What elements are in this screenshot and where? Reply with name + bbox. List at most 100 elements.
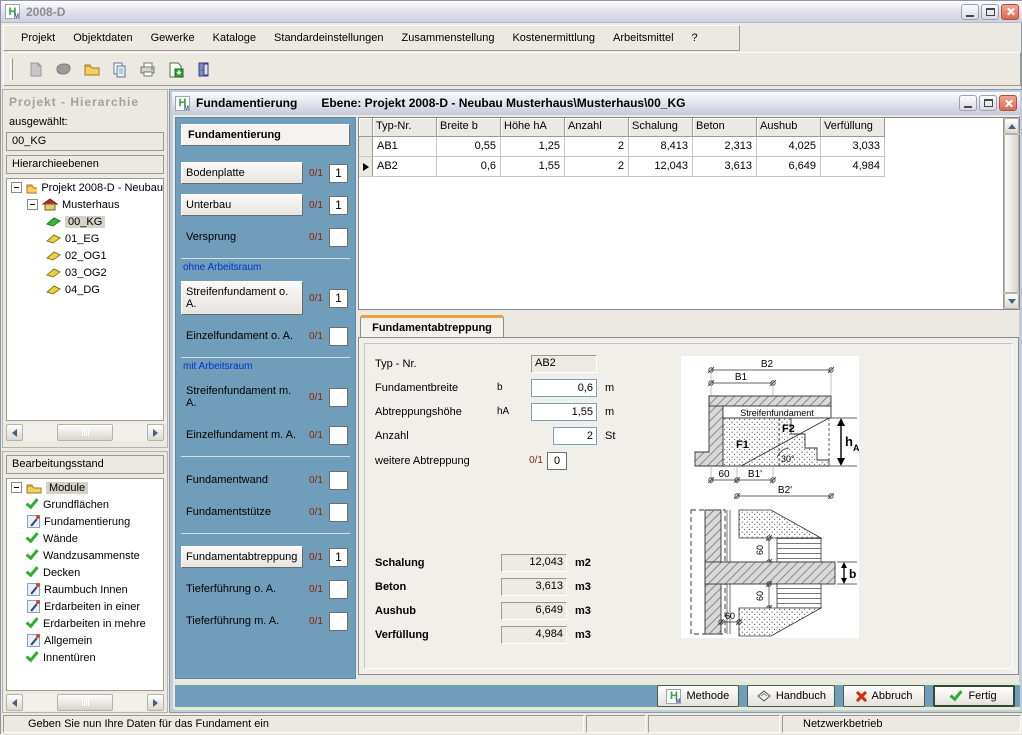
cell[interactable]: 0,6 bbox=[437, 157, 501, 177]
module-button-unterbau[interactable]: Unterbau bbox=[181, 194, 303, 216]
row-selector[interactable] bbox=[359, 137, 373, 157]
module-item[interactable]: Raumbuch Innen bbox=[7, 581, 163, 598]
cell[interactable]: 8,413 bbox=[629, 137, 693, 157]
menu-standardeinstellungen[interactable]: Standardeinstellungen bbox=[265, 28, 392, 48]
menu-arbeitsmittel[interactable]: Arbeitsmittel bbox=[604, 28, 683, 48]
minimize-button[interactable] bbox=[961, 4, 979, 20]
row-selector-current[interactable] bbox=[359, 157, 373, 177]
tab-fundamentabtreppung[interactable]: Fundamentabtreppung bbox=[360, 315, 504, 337]
cell[interactable]: 4,984 bbox=[821, 157, 885, 177]
tree-item-project[interactable]: Projekt 2008-D - Neubau bbox=[7, 179, 163, 196]
module-item-tieferfuehrung-ma[interactable]: Tieferführung m. A. bbox=[181, 610, 303, 632]
fundamentbreite-input[interactable] bbox=[531, 379, 597, 397]
scrollbar-thumb[interactable] bbox=[57, 694, 113, 711]
module-item-streifenfundament-ma[interactable]: Streifenfundament m. A. bbox=[181, 380, 303, 414]
copy-icon[interactable] bbox=[109, 59, 129, 79]
open-folder-icon[interactable] bbox=[81, 59, 101, 79]
menu-zusammenstellung[interactable]: Zusammenstellung bbox=[393, 28, 504, 48]
module-button-streifenfundament-oa[interactable]: Streifenfundament o. A. bbox=[181, 281, 303, 315]
column-header[interactable]: Aushub bbox=[757, 118, 821, 137]
close-button[interactable] bbox=[1001, 4, 1019, 20]
cell[interactable]: 12,043 bbox=[629, 157, 693, 177]
menu-objektdaten[interactable]: Objektdaten bbox=[64, 28, 141, 48]
toolbar-grip[interactable] bbox=[10, 58, 13, 80]
table-row[interactable]: AB1 0,55 1,25 2 8,413 2,313 4,025 3,033 bbox=[359, 137, 1019, 157]
scrollbar-track[interactable] bbox=[23, 424, 147, 441]
hierarchy-hscrollbar[interactable] bbox=[6, 424, 164, 441]
module-count-box[interactable] bbox=[329, 612, 348, 631]
module-count-box[interactable] bbox=[329, 388, 348, 407]
module-item-einzelfundament-oa[interactable]: Einzelfundament o. A. bbox=[181, 325, 303, 347]
handbuch-button[interactable]: Handbuch bbox=[747, 685, 835, 707]
module-count-box[interactable] bbox=[329, 503, 348, 522]
tree-item-03og2[interactable]: 03_OG2 bbox=[7, 264, 163, 281]
module-item-einzelfundament-ma[interactable]: Einzelfundament m. A. bbox=[181, 424, 303, 446]
exit-door-icon[interactable] bbox=[193, 59, 213, 79]
menu-projekt[interactable]: Projekt bbox=[12, 28, 64, 48]
table-vscrollbar[interactable] bbox=[1003, 118, 1019, 309]
module-item[interactable]: Allgemein bbox=[7, 632, 163, 649]
module-count-box[interactable] bbox=[329, 228, 348, 247]
scrollbar-track[interactable] bbox=[23, 694, 147, 711]
column-header[interactable]: Anzahl bbox=[565, 118, 629, 137]
module-item[interactable]: Fundamentierung bbox=[7, 513, 163, 530]
cell[interactable]: 3,613 bbox=[693, 157, 757, 177]
menu-kataloge[interactable]: Kataloge bbox=[204, 28, 265, 48]
weitere-abtreppung-box[interactable]: 0 bbox=[547, 452, 567, 470]
cell[interactable]: 0,55 bbox=[437, 137, 501, 157]
progress-hscrollbar[interactable] bbox=[6, 694, 164, 711]
module-count-box[interactable] bbox=[329, 426, 348, 445]
abbruch-button[interactable]: Abbruch bbox=[843, 685, 925, 707]
tree-item-module[interactable]: Module bbox=[7, 479, 163, 496]
inner-minimize-button[interactable] bbox=[959, 95, 977, 111]
collapse-icon[interactable] bbox=[11, 482, 22, 493]
cell[interactable]: 2,313 bbox=[693, 137, 757, 157]
module-item-fundamentstuetze[interactable]: Fundamentstütze bbox=[181, 501, 303, 523]
cell[interactable]: 3,033 bbox=[821, 137, 885, 157]
module-item-tieferfuehrung-oa[interactable]: Tieferführung o. A. bbox=[181, 578, 303, 600]
menu-gewerke[interactable]: Gewerke bbox=[142, 28, 204, 48]
tree-item-02og1[interactable]: 02_OG1 bbox=[7, 247, 163, 264]
export-icon[interactable] bbox=[165, 59, 185, 79]
module-count-box[interactable]: 1 bbox=[329, 548, 348, 567]
scroll-right-icon[interactable] bbox=[147, 424, 164, 441]
module-item[interactable]: Innentüren bbox=[7, 649, 163, 666]
menu-kostenermittlung[interactable]: Kostenermittlung bbox=[503, 28, 604, 48]
scroll-down-icon[interactable] bbox=[1004, 293, 1019, 309]
column-header[interactable]: Schalung bbox=[629, 118, 693, 137]
new-document-icon[interactable] bbox=[25, 59, 45, 79]
column-header[interactable]: Typ-Nr. bbox=[373, 118, 437, 137]
tree-item-musterhaus[interactable]: Musterhaus bbox=[7, 196, 163, 213]
column-header[interactable]: Breite b bbox=[437, 118, 501, 137]
methode-button[interactable]: H Methode bbox=[657, 685, 739, 707]
collapse-icon[interactable] bbox=[27, 199, 38, 210]
fertig-button[interactable]: Fertig bbox=[933, 685, 1015, 707]
module-item[interactable]: Decken bbox=[7, 564, 163, 581]
module-item[interactable]: Wände bbox=[7, 530, 163, 547]
module-count-box[interactable] bbox=[329, 580, 348, 599]
module-item-fundamentwand[interactable]: Fundamentwand bbox=[181, 469, 303, 491]
open-project-icon[interactable] bbox=[53, 59, 73, 79]
scrollbar-thumb[interactable] bbox=[57, 424, 113, 441]
inner-maximize-button[interactable] bbox=[979, 95, 997, 111]
table-row-selected[interactable]: AB2 0,6 1,55 2 12,043 3,613 6,649 4,984 bbox=[359, 157, 1019, 177]
cell[interactable]: 1,55 bbox=[501, 157, 565, 177]
inner-close-button[interactable] bbox=[999, 95, 1017, 111]
print-icon[interactable] bbox=[137, 59, 157, 79]
tree-item-00kg[interactable]: 00_KG bbox=[7, 213, 163, 230]
tree-item-01eg[interactable]: 01_EG bbox=[7, 230, 163, 247]
cell[interactable]: 1,25 bbox=[501, 137, 565, 157]
module-count-box[interactable] bbox=[329, 471, 348, 490]
tree-item-04dg[interactable]: 04_DG bbox=[7, 281, 163, 298]
cell[interactable]: 2 bbox=[565, 137, 629, 157]
module-count-box[interactable]: 1 bbox=[329, 164, 348, 183]
module-item[interactable]: Wandzusammenste bbox=[7, 547, 163, 564]
module-button-fundamentabtreppung[interactable]: Fundamentabtreppung bbox=[181, 546, 303, 568]
abtreppungshoehe-input[interactable] bbox=[531, 403, 597, 421]
menu-help[interactable]: ? bbox=[683, 28, 707, 48]
module-item[interactable]: Erdarbeiten in mehre bbox=[7, 615, 163, 632]
cell[interactable]: 2 bbox=[565, 157, 629, 177]
cell[interactable]: 4,025 bbox=[757, 137, 821, 157]
cell[interactable]: AB1 bbox=[373, 137, 437, 157]
cell[interactable]: 6,649 bbox=[757, 157, 821, 177]
